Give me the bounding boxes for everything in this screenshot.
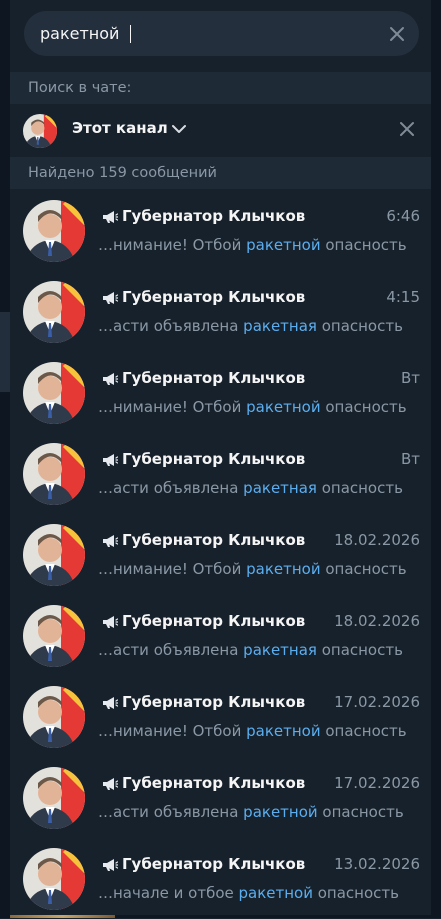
avatar [23,362,85,424]
result-snippet: …асти объявлена ракетная опасность [98,479,420,497]
megaphone-icon [103,373,118,385]
search-in-chat-label: Поиск в чате: [10,72,431,104]
snippet-text-suffix: опасность [320,236,407,254]
search-result-item[interactable]: Губернатор Клычков Вт …асти объявлена ра… [10,433,431,514]
result-sender-name: Губернатор Клычков [122,531,306,549]
result-date: 4:15 [386,288,420,306]
search-box[interactable] [24,11,419,56]
snippet-text-suffix: опасность [320,722,407,740]
avatar [23,443,85,505]
snippet-highlight: ракетной [243,803,318,821]
megaphone-icon [103,292,118,304]
result-snippet: …нимание! Отбой ракетной опасность [98,236,420,254]
snippet-text: …нимание! Отбой [98,398,247,416]
snippet-text-suffix: опасность [316,641,403,659]
result-sender-name: Губернатор Клычков [122,207,306,225]
result-sender-name: Губернатор Клычков [122,369,306,387]
megaphone-icon [103,778,118,790]
result-sender-name: Губернатор Клычков [122,855,306,873]
result-sender-name: Губернатор Клычков [122,288,306,306]
snippet-text: …нимание! Отбой [98,722,247,740]
snippet-text: …асти объявлена [98,803,244,821]
result-snippet: …нимание! Отбой ракетной опасность [98,722,420,740]
avatar [23,767,85,829]
avatar [23,686,85,748]
snippet-text-suffix: опасность [320,398,407,416]
search-result-item[interactable]: Губернатор Клычков 17.02.2026 …асти объя… [10,757,431,838]
search-result-item[interactable]: Губернатор Клычков 18.02.2026 …асти объя… [10,595,431,676]
result-date: 6:46 [386,207,420,225]
snippet-highlight: ракетная [243,641,317,659]
search-result-item[interactable]: Губернатор Клычков 17.02.2026 …нимание! … [10,676,431,757]
snippet-highlight: ракетная [243,479,317,497]
megaphone-icon [103,859,118,871]
avatar [23,848,85,910]
megaphone-icon [103,616,118,628]
chat-search-panel: Поиск в чате: Этот канал Найдено 159 соо… [10,0,431,915]
result-date: 18.02.2026 [334,531,420,549]
result-date: 13.02.2026 [334,855,420,873]
result-snippet: …асти объявлена ракетная опасность [98,641,420,659]
avatar [23,605,85,667]
result-date: Вт [400,369,420,387]
background-mark [0,312,10,392]
snippet-highlight: ракетной [238,884,313,902]
snippet-text-suffix: опасность [316,317,403,335]
snippet-text-suffix: опасность [320,560,407,578]
snippet-text-suffix: опасность [312,884,399,902]
avatar [23,281,85,343]
avatar [23,114,57,148]
snippet-highlight: ракетная [243,317,317,335]
snippet-text: …асти объявлена [98,479,244,497]
avatar [23,200,85,262]
result-snippet: …начале и отбое ракетной опасность [98,884,420,902]
snippet-text-suffix: опасность [317,803,404,821]
snippet-highlight: ракетной [246,722,321,740]
result-snippet: …асти объявлена ракетная опасность [98,317,420,335]
megaphone-icon [103,535,118,547]
result-sender-name: Губернатор Клычков [122,450,306,468]
channel-filter-label[interactable]: Этот канал [72,119,168,137]
megaphone-icon [103,454,118,466]
channel-filter-row[interactable]: Этот канал [10,105,431,155]
snippet-text: …асти объявлена [98,317,244,335]
result-date: Вт [400,450,420,468]
results-count-label: Найдено 159 сообщений [10,157,431,189]
result-sender-name: Губернатор Клычков [122,693,306,711]
close-icon[interactable] [385,22,409,46]
search-input[interactable] [40,11,370,56]
result-snippet: …нимание! Отбой ракетной опасность [98,398,420,416]
result-date: 17.02.2026 [334,774,420,792]
megaphone-icon [103,211,118,223]
snippet-text-suffix: опасность [316,479,403,497]
background-strip-right [431,0,441,918]
background-strip-left [0,0,10,918]
result-date: 18.02.2026 [334,612,420,630]
result-date: 17.02.2026 [334,693,420,711]
search-results-list: Губернатор Клычков 6:46 …нимание! Отбой … [10,190,431,919]
snippet-text: …нимание! Отбой [98,236,247,254]
snippet-highlight: ракетной [246,236,321,254]
close-icon[interactable] [397,119,417,139]
result-snippet: …асти объявлена ракетной опасность [98,803,420,821]
snippet-text: …нимание! Отбой [98,560,247,578]
search-result-item[interactable]: Губернатор Клычков 6:46 …нимание! Отбой … [10,190,431,271]
snippet-text: …асти объявлена [98,641,244,659]
snippet-text: …начале и отбое [98,884,239,902]
search-result-item[interactable]: Губернатор Клычков 13.02.2026 …начале и … [10,838,431,919]
search-result-item[interactable]: Губернатор Клычков 18.02.2026 …нимание! … [10,514,431,595]
search-result-item[interactable]: Губернатор Клычков Вт …нимание! Отбой ра… [10,352,431,433]
snippet-highlight: ракетной [246,398,321,416]
result-sender-name: Губернатор Клычков [122,774,306,792]
avatar [23,524,85,586]
chevron-down-icon[interactable] [172,123,186,135]
search-result-item[interactable]: Губернатор Клычков 4:15 …асти объявлена … [10,271,431,352]
snippet-highlight: ракетной [246,560,321,578]
text-cursor [130,25,131,43]
result-snippet: …нимание! Отбой ракетной опасность [98,560,420,578]
megaphone-icon [103,697,118,709]
result-sender-name: Губернатор Клычков [122,612,306,630]
